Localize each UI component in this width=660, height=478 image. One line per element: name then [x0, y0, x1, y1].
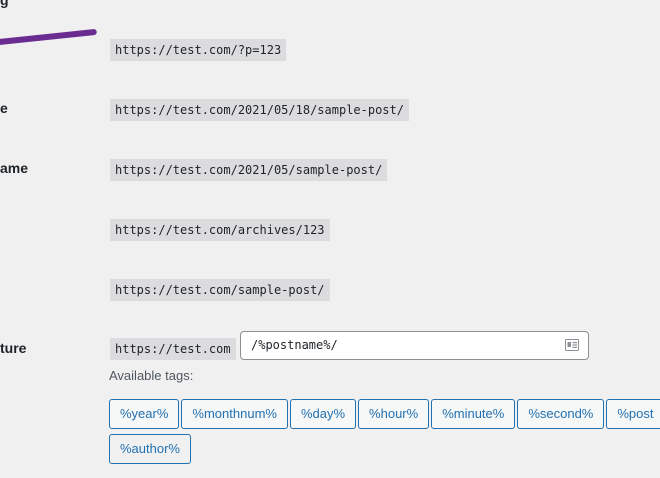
tag-second-button[interactable]: %second%	[517, 399, 605, 429]
tag-day-button[interactable]: %day%	[289, 399, 357, 429]
permalink-day-name-example: https://test.com/2021/05/18/sample-post/	[110, 99, 409, 121]
permalink-month-name-example: https://test.com/2021/05/sample-post/	[110, 159, 388, 181]
tag-author-label: %author%	[120, 441, 180, 456]
permalink-numeric-example: https://test.com/archives/123	[110, 219, 330, 241]
row-label-day-name: e	[0, 100, 8, 116]
row-label-custom-structure: ture	[0, 340, 27, 356]
permalink-post-name-example: https://test.com/sample-post/	[110, 279, 330, 301]
tag-hour-button[interactable]: %hour%	[358, 399, 430, 429]
partial-label: g	[0, 0, 9, 8]
tag-postname-button[interactable]: %post	[606, 399, 660, 429]
annotation-arrow	[0, 29, 97, 45]
custom-structure-value: /%postname%/	[251, 338, 338, 352]
available-tags-label: Available tags:	[109, 368, 194, 383]
custom-structure-base-url: https://test.com	[110, 338, 236, 360]
row-label-month-name: ame	[0, 160, 29, 176]
tag-minute-button[interactable]: %minute%	[431, 399, 516, 429]
available-tags-list: %year% %monthnum% %day% %hour% %minute% %seco…	[109, 399, 660, 469]
id-card-icon	[565, 339, 579, 351]
permalink-plain-example: https://test.com/?p=123	[110, 39, 287, 61]
tag-monthnum-button[interactable]: %monthnum%	[181, 399, 288, 429]
custom-structure-input[interactable]: /%postname%/	[240, 331, 589, 360]
tag-author-button[interactable]: %author%	[109, 434, 191, 464]
tag-year-button[interactable]: %year%	[109, 399, 180, 429]
